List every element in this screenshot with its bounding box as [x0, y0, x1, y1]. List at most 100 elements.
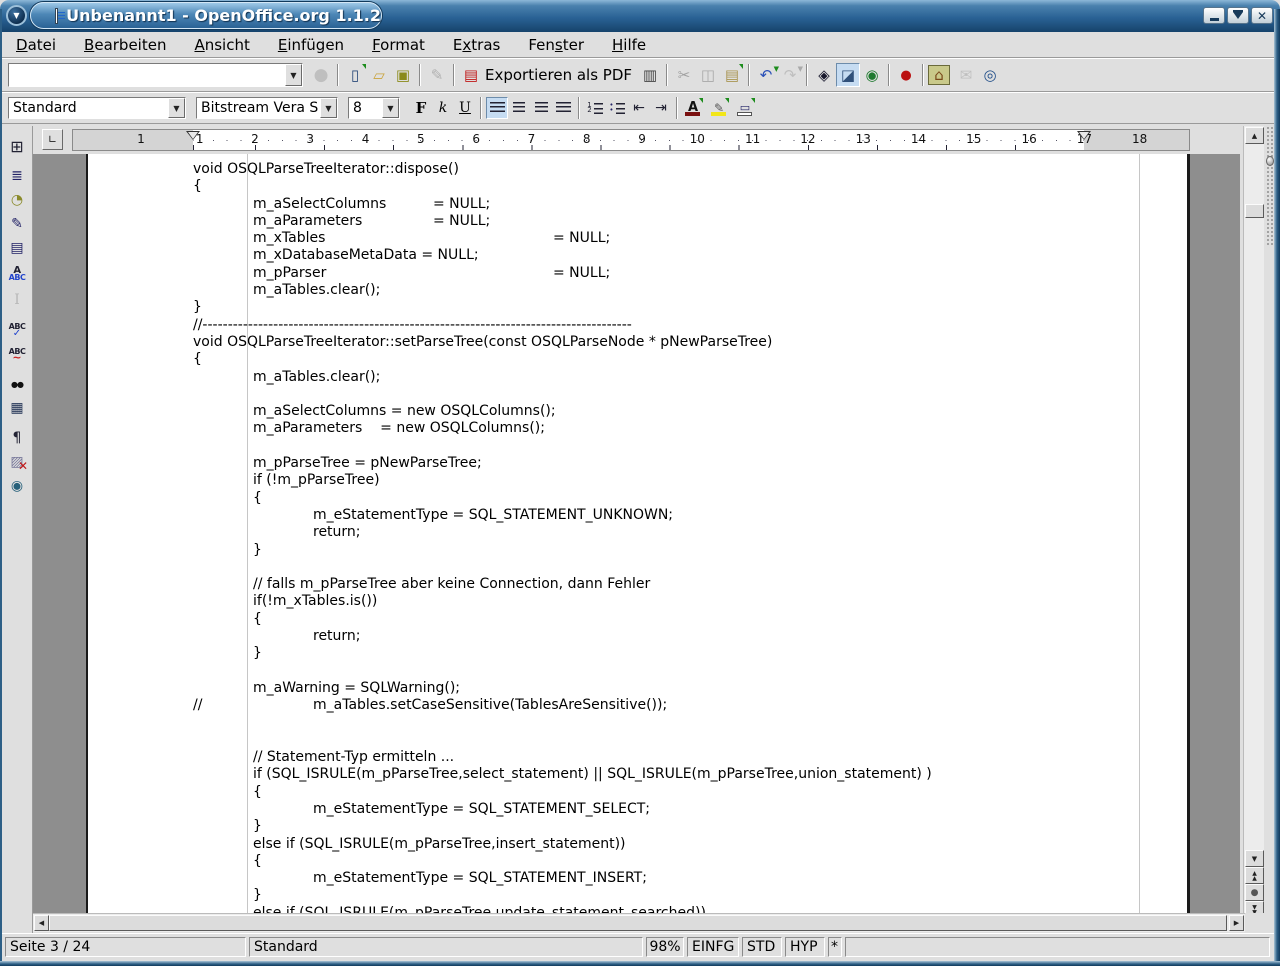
combo-dropdown-icon[interactable]: ▼: [320, 98, 337, 118]
export-pdf-label[interactable]: Exportieren als PDF: [485, 66, 632, 84]
horizontal-scrollbar[interactable]: ◀ ▶: [33, 913, 1245, 932]
spellcheck-button[interactable]: ABC✓: [5, 318, 29, 342]
tab-type-selector[interactable]: ∟: [42, 129, 63, 150]
ruler-number: 7: [504, 132, 559, 146]
insert-table-button[interactable]: ⊞: [5, 134, 29, 158]
scroll-left-button[interactable]: ◀: [34, 915, 49, 931]
decrease-indent-button[interactable]: ⇤: [628, 97, 650, 119]
status-hyperlink-mode[interactable]: HYP: [785, 937, 825, 957]
status-insert-mode[interactable]: EINFG: [687, 937, 739, 957]
combo-dropdown-icon[interactable]: ▼: [168, 98, 185, 118]
combo-dropdown-icon[interactable]: ▼: [285, 64, 302, 86]
bullets-button[interactable]: • •: [606, 97, 628, 119]
open-button[interactable]: ▱: [367, 63, 391, 87]
status-zoom[interactable]: 98%: [646, 937, 684, 957]
paste-button[interactable]: ▤: [720, 63, 744, 87]
menu-datei[interactable]: Datei: [2, 34, 70, 56]
align-left-button[interactable]: [486, 97, 508, 119]
gallery-web-button[interactable]: ◉: [860, 63, 884, 87]
edit-file-button[interactable]: ✎: [425, 63, 449, 87]
font-color-button[interactable]: A: [682, 97, 704, 119]
right-indent-marker[interactable]: [1077, 131, 1091, 149]
arrow-left-icon: ◀: [39, 919, 44, 927]
insert-button[interactable]: ≣: [5, 164, 29, 188]
vertical-scrollbar[interactable]: ▲ ▼ ▲▲ ● ▼▼: [1243, 126, 1264, 913]
titlebar[interactable]: ▼ Unbenannt1 - OpenOffice.org 1.1.2 ✕: [0, 0, 1280, 32]
close-button[interactable]: ✕: [1251, 7, 1273, 24]
code-line: [193, 559, 932, 576]
style-value[interactable]: Standard: [9, 100, 168, 116]
status-page[interactable]: Seite 3 / 24: [5, 937, 246, 957]
find-replace-button[interactable]: ●●: [5, 372, 29, 396]
left-indent-marker[interactable]: [186, 131, 200, 149]
vertical-scroll-thumb[interactable]: [1245, 204, 1264, 218]
scroll-right-button[interactable]: ▶: [1229, 915, 1244, 931]
autotext-button[interactable]: AABC: [5, 262, 29, 286]
bold-button[interactable]: F: [410, 97, 432, 119]
window-border-bottom[interactable]: [0, 961, 1280, 966]
navigator-button[interactable]: ◈: [812, 63, 836, 87]
combo-dropdown-icon[interactable]: ▼: [382, 98, 399, 118]
new-document-button[interactable]: ▯: [343, 63, 367, 87]
mail-button[interactable]: ✉: [954, 63, 978, 87]
redo-button[interactable]: ↷▼: [778, 63, 802, 87]
menu-fenster[interactable]: Fenster: [514, 34, 598, 56]
font-name-combobox[interactable]: Bitstream Vera S ▼: [196, 97, 338, 119]
cut-button[interactable]: ✂: [672, 63, 696, 87]
stop-loading-button[interactable]: ●: [309, 63, 333, 87]
justify-button[interactable]: [552, 97, 574, 119]
horizontal-ruler[interactable]: 1 123456789101112131415161718: [72, 129, 1190, 151]
minimize-button[interactable]: [1203, 7, 1225, 24]
autospellcheck-button[interactable]: ABC∼: [5, 342, 29, 366]
menu-bearbeiten[interactable]: Bearbeiten: [70, 34, 180, 56]
menu-ansicht[interactable]: Ansicht: [180, 34, 263, 56]
maximize-button[interactable]: [1227, 7, 1249, 24]
form-functions-button[interactable]: ▤: [5, 236, 29, 260]
horizontal-scroll-thumb[interactable]: [49, 915, 1227, 931]
online-layout-button[interactable]: ◉: [5, 474, 29, 498]
stylist-button[interactable]: ◪: [836, 63, 860, 87]
print-button[interactable]: ▥: [638, 63, 662, 87]
underline-button[interactable]: U: [454, 97, 476, 119]
font-size-combobox[interactable]: 8 ▼: [348, 97, 400, 119]
italic-button[interactable]: k: [432, 97, 454, 119]
gallery-button[interactable]: ⌂: [928, 65, 950, 85]
document-text[interactable]: void OSQLParseTreeIterator::dispose(){ m…: [193, 161, 932, 913]
save-button[interactable]: ▣: [391, 63, 415, 87]
scroll-down-button[interactable]: ▼: [1245, 850, 1264, 867]
paragraph-style-combobox[interactable]: Standard ▼: [8, 97, 186, 119]
formatting-marks-button[interactable]: ¶: [5, 426, 29, 450]
status-modified-flag[interactable]: *: [828, 937, 842, 957]
status-selection-mode[interactable]: STD: [742, 937, 782, 957]
graphics-onoff-button[interactable]: ▨✕: [5, 450, 29, 474]
window-border-right[interactable]: [1274, 9, 1280, 966]
zoom-button[interactable]: ◎: [978, 63, 1002, 87]
menu-einfuegen[interactable]: Einfügen: [264, 34, 358, 56]
draw-functions-button[interactable]: ✎: [5, 212, 29, 236]
background-color-button[interactable]: ▭: [734, 97, 756, 119]
previous-page-button[interactable]: ▲▲: [1245, 867, 1264, 884]
numbering-button[interactable]: 1 2: [584, 97, 606, 119]
status-template[interactable]: Standard: [249, 937, 643, 957]
data-sources-button[interactable]: ▦: [5, 396, 29, 420]
size-value[interactable]: 8: [349, 100, 382, 116]
code-line: //--------------------------------------…: [193, 317, 932, 334]
direct-cursor-button[interactable]: I: [5, 288, 29, 312]
increase-indent-button[interactable]: ⇥: [650, 97, 672, 119]
align-right-button[interactable]: [530, 97, 552, 119]
scroll-up-button[interactable]: ▲: [1245, 127, 1264, 144]
menu-format[interactable]: Format: [358, 34, 439, 56]
align-center-button[interactable]: [508, 97, 530, 119]
insert-object-button[interactable]: ◔: [5, 188, 29, 212]
highlight-button[interactable]: ✎: [708, 97, 730, 119]
copy-button[interactable]: ◫: [696, 63, 720, 87]
navigation-button[interactable]: ●: [1245, 884, 1264, 901]
undo-button[interactable]: ↶▼: [754, 63, 778, 87]
export-pdf-button[interactable]: ▤: [459, 63, 483, 87]
url-combobox[interactable]: ▼: [8, 63, 303, 87]
font-value[interactable]: Bitstream Vera S: [197, 100, 320, 116]
record-button[interactable]: ●: [894, 63, 918, 87]
menu-extras[interactable]: Extras: [439, 34, 514, 56]
menu-hilfe[interactable]: Hilfe: [598, 34, 660, 56]
window-menu-button[interactable]: ▼: [6, 5, 27, 26]
